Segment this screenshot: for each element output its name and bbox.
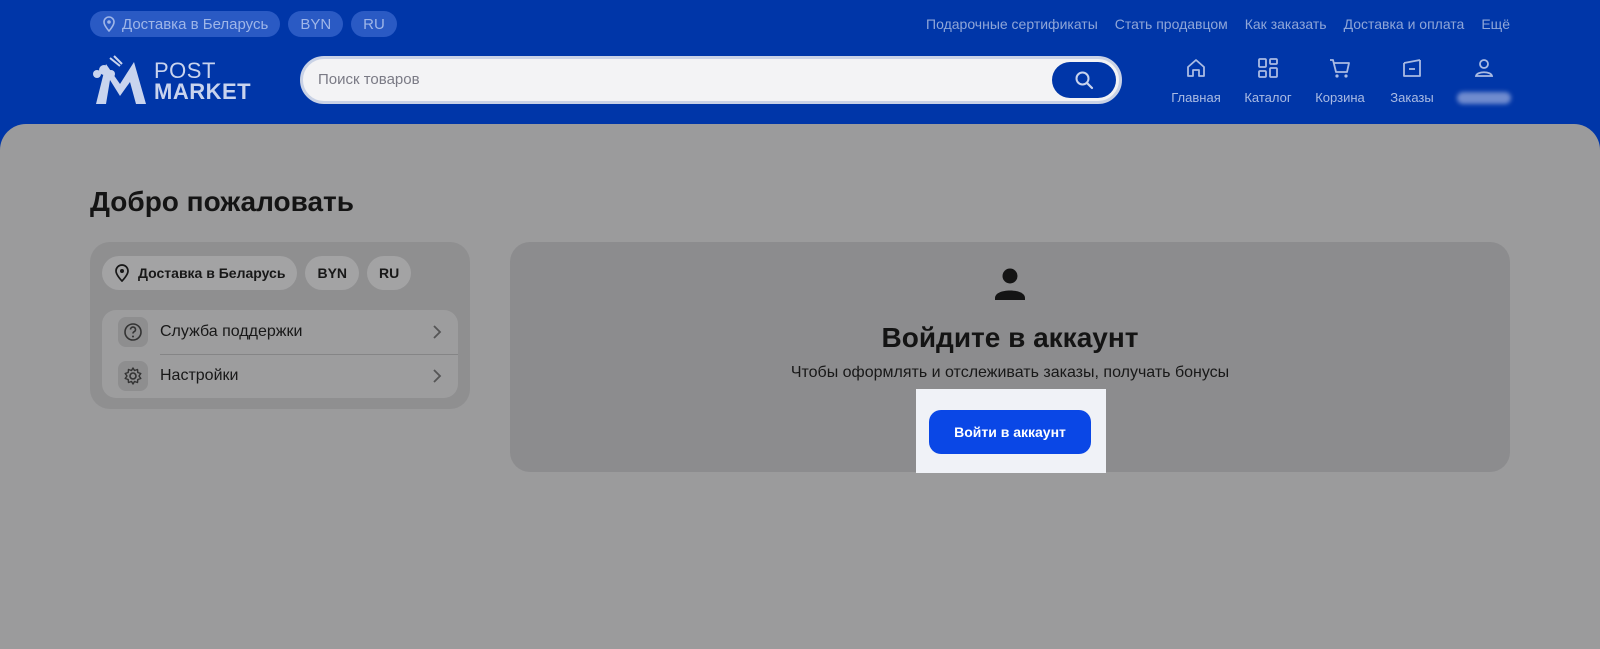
page-title: Добро пожаловать — [90, 186, 354, 217]
catalog-icon — [1258, 58, 1278, 78]
login-button[interactable]: Войти в аккаунт — [929, 410, 1091, 454]
search-button[interactable] — [1052, 62, 1116, 98]
nav-catalog-label: Каталог — [1244, 90, 1292, 105]
nav-home-label: Главная — [1171, 90, 1221, 105]
link-how-to-order[interactable]: Как заказать — [1245, 16, 1327, 32]
logo-text: POST MARKET — [154, 58, 252, 104]
language-label: RU — [363, 15, 385, 33]
delivery-region-button[interactable]: Доставка в Беларусь — [90, 11, 281, 37]
sidebar-item-settings-label: Настройки — [160, 367, 239, 384]
cart-icon — [1330, 59, 1350, 78]
nav-profile[interactable] — [1448, 56, 1520, 105]
sidebar-menu: Служба поддержки Настройки — [102, 310, 458, 398]
sidebar-language-label: RU — [379, 265, 400, 281]
search-bar: Поиск товаров — [300, 56, 1122, 104]
nav-orders[interactable]: Заказы — [1376, 56, 1448, 105]
sidebar-delivery-label: Доставка в Беларусь — [138, 265, 286, 281]
nav-profile-label-blurred — [1457, 92, 1511, 104]
orders-icon — [1403, 59, 1421, 77]
nav-orders-label: Заказы — [1390, 90, 1434, 105]
postmarket-logo[interactable]: POST MARKET — [90, 54, 260, 108]
sidebar-currency-button[interactable]: BYN — [305, 256, 360, 290]
logo-line-1: POST — [154, 58, 216, 83]
user-icon — [995, 268, 1025, 300]
sidebar-item-settings[interactable]: Настройки — [102, 354, 458, 398]
site-header: Доставка в Беларусь BYN RU Подарочные се… — [0, 0, 1600, 130]
location-pin-icon — [115, 264, 129, 282]
search-input[interactable]: Поиск товаров — [318, 71, 420, 88]
logo-mark-icon — [93, 55, 146, 104]
search-icon — [1075, 71, 1094, 90]
sidebar-settings: Доставка в Беларусь BYN RU — [102, 256, 412, 290]
nav-cart-label: Корзина — [1315, 90, 1365, 105]
user-icon — [1474, 59, 1494, 77]
page-content: Добро пожаловать Доставка в Беларусь BYN… — [0, 124, 1600, 649]
currency-button[interactable]: BYN — [288, 11, 344, 37]
link-delivery-payment[interactable]: Доставка и оплата — [1344, 16, 1465, 32]
top-links: Подарочные сертификаты Стать продавцом К… — [926, 16, 1510, 32]
sidebar-panel: Доставка в Беларусь BYN RU Служба поддер… — [90, 242, 470, 409]
chevron-right-icon — [433, 369, 442, 383]
sidebar-delivery-button[interactable]: Доставка в Беларусь — [102, 256, 298, 290]
delivery-region-label: Доставка в Беларусь — [122, 15, 269, 33]
link-become-seller[interactable]: Стать продавцом — [1115, 16, 1228, 32]
login-subtitle: Чтобы оформлять и отслеживать заказы, по… — [790, 364, 1230, 381]
gear-icon — [118, 361, 148, 391]
sidebar-currency-label: BYN — [317, 265, 348, 281]
login-title: Войдите в аккаунт — [881, 322, 1139, 353]
top-bar-settings: Доставка в Беларусь BYN RU — [90, 11, 397, 37]
sidebar-language-button[interactable]: RU — [367, 256, 412, 290]
logo-line-2: MARKET — [154, 79, 252, 104]
nav-cart[interactable]: Корзина — [1304, 56, 1376, 105]
question-icon — [118, 317, 148, 347]
link-more[interactable]: Ещё — [1481, 16, 1510, 32]
currency-label: BYN — [300, 15, 332, 33]
top-bar: Доставка в Беларусь BYN RU Подарочные се… — [90, 11, 1510, 37]
sidebar-item-support-label: Служба поддержки — [160, 323, 303, 340]
main-nav: Главная Каталог Корзина Заказы — [1160, 56, 1520, 105]
nav-catalog[interactable]: Каталог — [1232, 56, 1304, 105]
language-button[interactable]: RU — [351, 11, 397, 37]
nav-home[interactable]: Главная — [1160, 56, 1232, 105]
chevron-right-icon — [433, 325, 442, 339]
home-icon — [1187, 59, 1205, 77]
link-gift-certificates[interactable]: Подарочные сертификаты — [926, 16, 1098, 32]
sidebar-item-support[interactable]: Служба поддержки — [102, 310, 458, 354]
location-pin-icon — [103, 16, 115, 32]
